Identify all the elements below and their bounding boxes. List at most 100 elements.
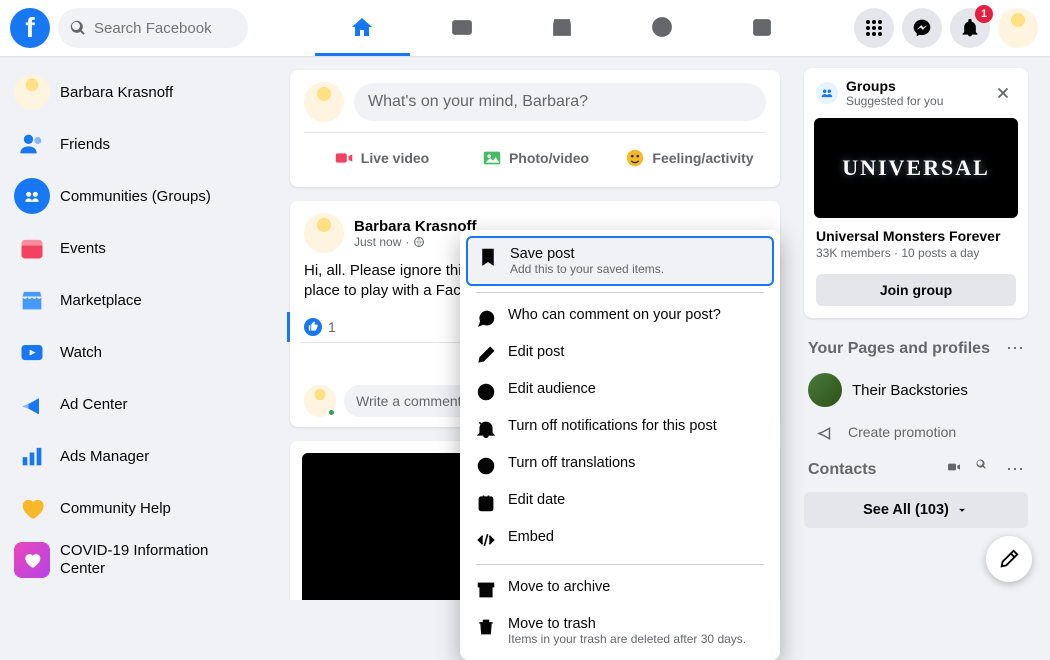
facebook-logo[interactable]: f — [10, 8, 50, 48]
dd-title: Edit post — [508, 344, 764, 360]
widget-body: Universal Monsters Forever 33K members ·… — [804, 218, 1028, 270]
universal-logo: UNIVERSAL — [842, 155, 990, 181]
adsmanager-icon — [14, 438, 50, 474]
new-message-button[interactable] — [986, 536, 1032, 582]
groups-widget: Groups Suggested for you UNIVERSAL Unive… — [804, 68, 1028, 318]
dropdown-save-post[interactable]: Save post Add this to your saved items. — [466, 236, 774, 286]
dropdown-archive[interactable]: Move to archive — [466, 571, 774, 608]
sidebar-item-adcenter[interactable]: Ad Center — [6, 378, 264, 430]
section-title: Contacts — [808, 461, 876, 479]
group-cover[interactable]: UNIVERSAL — [814, 118, 1018, 218]
contacts-header: Contacts ⋯ — [804, 449, 1028, 486]
sidebar-item-label: Watch — [60, 344, 102, 361]
live-video-button[interactable]: Live video — [304, 141, 458, 175]
dd-title: Move to trash — [508, 616, 764, 632]
feeling-icon — [624, 147, 646, 169]
label: Live video — [361, 150, 429, 166]
sidebar-item-covid[interactable]: COVID-19 Information Center — [6, 534, 264, 586]
profile-avatar[interactable] — [998, 8, 1038, 48]
notifications-button[interactable]: 1 — [950, 8, 990, 48]
watch-icon — [450, 15, 474, 39]
post-options-dropdown: Save post Add this to your saved items. … — [460, 230, 780, 660]
bell-icon — [960, 18, 980, 38]
adcenter-icon — [14, 386, 50, 422]
more-button[interactable]: ⋯ — [1006, 338, 1024, 359]
composer-top: What's on your mind, Barbara? — [304, 82, 766, 133]
search-input[interactable] — [94, 20, 234, 37]
bookmark-icon — [478, 247, 498, 267]
sidebar-item-friends[interactable]: Friends — [6, 118, 264, 170]
dropdown-edit-audience[interactable]: Edit audience — [466, 373, 774, 410]
sidebar-item-label: Events — [60, 240, 106, 257]
dropdown-trash[interactable]: Move to trash Items in your trash are de… — [466, 608, 774, 654]
dropdown-embed[interactable]: Embed — [466, 521, 774, 558]
news-icon — [750, 15, 774, 39]
like-icon — [304, 318, 322, 336]
sidebar-item-communities[interactable]: Communities (Groups) — [6, 170, 264, 222]
chevron-down-icon — [955, 503, 969, 517]
messenger-button[interactable] — [902, 8, 942, 48]
pencil-icon — [476, 345, 496, 365]
photo-video-button[interactable]: Photo/video — [458, 141, 612, 175]
dropdown-edit-date[interactable]: Edit date — [466, 484, 774, 521]
photo-icon — [481, 147, 503, 169]
dd-title: Move to archive — [508, 579, 764, 595]
search-box[interactable] — [58, 8, 248, 48]
group-meta: 33K members · 10 posts a day — [816, 246, 1016, 260]
dd-title: Save post — [510, 246, 762, 262]
page-row[interactable]: Their Backstories — [804, 365, 1028, 415]
messenger-icon — [912, 18, 932, 38]
dropdown-who-comment[interactable]: Who can comment on your post? — [466, 299, 774, 336]
nav-groups[interactable] — [615, 0, 710, 56]
sidebar-item-events[interactable]: Events — [6, 222, 264, 274]
separator — [476, 292, 764, 293]
nav-news[interactable] — [715, 0, 810, 56]
sidebar: Barbara Krasnoff Friends Communities (Gr… — [0, 56, 270, 600]
avatar[interactable] — [304, 213, 344, 253]
dd-title: Edit audience — [508, 381, 764, 397]
dropdown-edit-post[interactable]: Edit post — [466, 336, 774, 373]
nav-home[interactable] — [315, 0, 410, 56]
sidebar-item-communityhelp[interactable]: Community Help — [6, 482, 264, 534]
header-nav — [270, 0, 854, 56]
page-avatar — [808, 373, 842, 407]
sidebar-item-label: Friends — [60, 136, 110, 153]
header-left: f — [0, 8, 270, 48]
avatar — [304, 82, 344, 122]
sidebar-item-adsmanager[interactable]: Ads Manager — [6, 430, 264, 482]
join-group-button[interactable]: Join group — [816, 274, 1016, 306]
compose-icon — [998, 548, 1020, 570]
sidebar-item-emotional[interactable]: Emotional Health — [6, 586, 264, 600]
dropdown-turn-off-translations[interactable]: Turn off translations — [466, 447, 774, 484]
dd-title: Embed — [508, 529, 764, 545]
search-icon[interactable] — [976, 459, 992, 475]
grid-icon — [864, 18, 884, 38]
see-all-button[interactable]: See All (103) — [804, 492, 1028, 528]
archive-icon — [476, 580, 496, 600]
widget-title: Groups — [846, 78, 990, 94]
dd-subtitle: Items in your trash are deleted after 30… — [508, 632, 764, 646]
nav-marketplace[interactable] — [515, 0, 610, 56]
label: Create promotion — [848, 424, 956, 440]
trash-icon — [476, 617, 496, 637]
close-button[interactable] — [990, 80, 1016, 106]
menu-button[interactable] — [854, 8, 894, 48]
feeling-button[interactable]: Feeling/activity — [612, 141, 766, 175]
sidebar-item-label: COVID-19 Information Center — [60, 542, 256, 578]
megaphone-icon — [816, 423, 834, 441]
page-name: Their Backstories — [852, 382, 968, 399]
sidebar-item-marketplace[interactable]: Marketplace — [6, 274, 264, 326]
video-icon — [333, 147, 355, 169]
comment-icon — [476, 308, 496, 328]
dd-title: Who can comment on your post? — [508, 307, 764, 323]
label: Feeling/activity — [652, 150, 753, 166]
group-name[interactable]: Universal Monsters Forever — [816, 228, 1016, 244]
dropdown-turn-off-notifications[interactable]: Turn off notifications for this post — [466, 410, 774, 447]
sidebar-item-profile[interactable]: Barbara Krasnoff — [6, 66, 264, 118]
create-promotion-button[interactable]: Create promotion — [804, 415, 1028, 449]
composer-input[interactable]: What's on your mind, Barbara? — [354, 83, 766, 121]
sidebar-item-watch[interactable]: Watch — [6, 326, 264, 378]
more-button[interactable]: ⋯ — [1006, 459, 1024, 480]
nav-watch[interactable] — [415, 0, 510, 56]
video-call-icon[interactable] — [946, 459, 962, 475]
